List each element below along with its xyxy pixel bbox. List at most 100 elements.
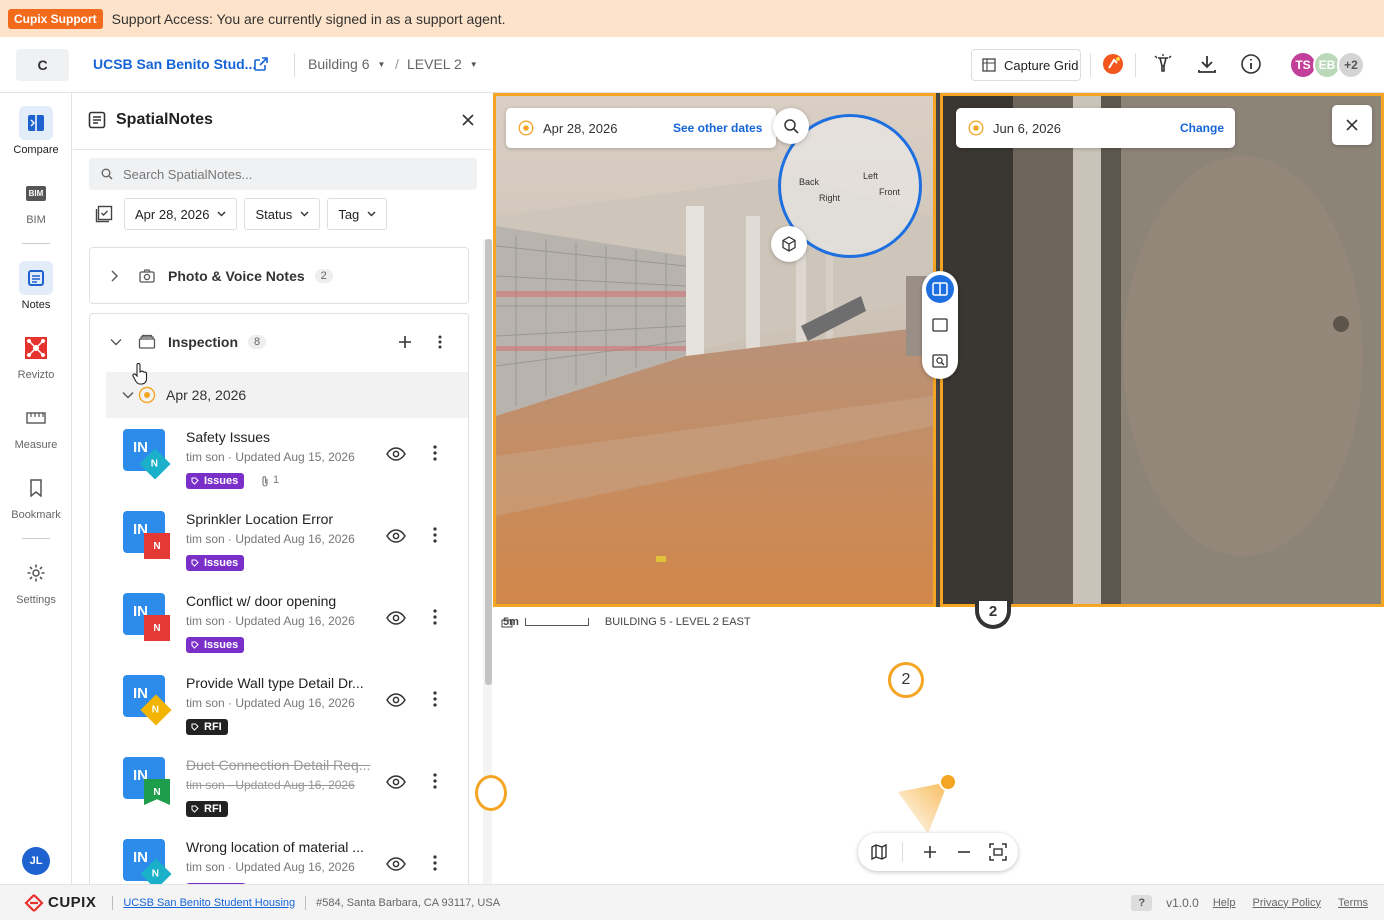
breadcrumb-level[interactable]: LEVEL 2 ▼ xyxy=(407,56,478,72)
note-meta: tim son · Updated Aug 15, 2026 xyxy=(186,450,355,464)
scrollbar-thumb[interactable] xyxy=(485,239,492,685)
note-meta: tim son · Updated Aug 16, 2026 xyxy=(186,860,355,874)
bim-icon: BIM xyxy=(19,176,53,210)
compare-icon xyxy=(19,106,53,140)
eye-icon[interactable] xyxy=(386,611,406,625)
overlay-view-button[interactable] xyxy=(926,347,954,375)
external-link-icon[interactable] xyxy=(253,56,269,72)
close-icon[interactable] xyxy=(461,113,475,127)
nav-notes[interactable]: Notes xyxy=(0,261,72,311)
more-vertical-icon[interactable] xyxy=(433,773,437,789)
zoom-out-icon[interactable] xyxy=(955,843,973,861)
capture-sun-icon xyxy=(518,120,534,136)
integration-icon[interactable] xyxy=(1102,53,1124,75)
group-count: 8 xyxy=(248,335,267,349)
eye-icon[interactable] xyxy=(386,775,406,789)
list-item[interactable]: IN N Wrong location of material ... tim … xyxy=(123,839,453,884)
inspection-folder-icon xyxy=(138,334,156,349)
zoom-search-button[interactable] xyxy=(773,108,809,144)
add-icon[interactable] xyxy=(398,335,412,349)
floor-plan-map[interactable]: 5m BUILDING 5 - LEVEL 2 EAST 2 2 xyxy=(475,601,1384,884)
select-all-checkbox-icon[interactable] xyxy=(95,205,113,223)
footer-project-link[interactable]: UCSB San Benito Student Housing xyxy=(123,897,295,909)
help-link[interactable]: Help xyxy=(1213,897,1236,909)
compare-date-chip: Jun 6, 2026 Change xyxy=(956,108,1235,148)
group-count: 2 xyxy=(314,269,333,283)
nav-compare[interactable]: Compare xyxy=(0,106,72,156)
split-view-button[interactable] xyxy=(926,275,954,303)
list-item[interactable]: IN N Sprinkler Location Error tim son · … xyxy=(123,511,453,593)
see-other-dates-link[interactable]: See other dates xyxy=(673,121,762,135)
single-view-button[interactable] xyxy=(926,311,954,339)
map-marker-partial[interactable] xyxy=(475,775,507,811)
project-name[interactable]: UCSB San Benito Stud... xyxy=(93,56,256,72)
tag-badge: Issues xyxy=(186,637,245,653)
more-vertical-icon[interactable] xyxy=(433,445,437,461)
map-marker[interactable]: 2 xyxy=(888,662,924,698)
search-input[interactable] xyxy=(123,166,453,182)
top-header: C UCSB San Benito Stud... Building 6 ▼ / … xyxy=(0,37,1384,93)
more-vertical-icon[interactable] xyxy=(433,691,437,707)
user-avatar[interactable]: JL xyxy=(22,847,50,875)
nav-revizto[interactable]: Revizto xyxy=(0,331,72,381)
help-badge[interactable]: ? xyxy=(1131,894,1153,911)
panel-divider xyxy=(73,149,492,150)
3d-view-button[interactable] xyxy=(771,226,807,262)
breadcrumb-separator: / xyxy=(395,56,399,72)
footer: CUPIX UCSB San Benito Student Housing #5… xyxy=(0,884,1384,920)
group-header: Photo & Voice Notes 2 xyxy=(110,268,333,284)
capture-grid-icon xyxy=(982,58,996,72)
panorama-right[interactable]: Jun 6, 2026 Change xyxy=(940,93,1384,607)
chevron-down-icon[interactable] xyxy=(110,338,122,346)
panorama-left[interactable]: Apr 28, 2026 See other dates Back Left R… xyxy=(493,93,936,607)
nav-bookmark[interactable]: Bookmark xyxy=(0,471,72,521)
list-item[interactable]: IN N Safety Issues tim son · Updated Aug… xyxy=(123,429,453,511)
company-logo[interactable]: C xyxy=(16,49,69,81)
header-divider xyxy=(1090,53,1091,77)
eye-icon[interactable] xyxy=(386,693,406,707)
breadcrumb-building[interactable]: Building 6 ▼ xyxy=(308,56,385,72)
date-filter[interactable]: Apr 28, 2026 xyxy=(124,198,238,230)
more-vertical-icon[interactable] xyxy=(438,335,442,349)
tag-badge: RFI xyxy=(186,719,228,735)
fit-view-icon[interactable] xyxy=(989,843,1007,861)
overlay-search-icon xyxy=(932,354,948,368)
group-photo-voice-notes[interactable]: Photo & Voice Notes 2 xyxy=(89,247,469,304)
close-compare-button[interactable] xyxy=(1332,105,1372,145)
map-marker[interactable]: 2 xyxy=(975,601,1011,629)
lightbulb-icon[interactable] xyxy=(1152,53,1174,75)
list-item[interactable]: IN N Provide Wall type Detail Dr... tim … xyxy=(123,675,453,757)
nav-settings[interactable]: Settings xyxy=(0,556,72,606)
capture-grid-button[interactable]: Capture Grid xyxy=(971,49,1081,81)
zoom-in-icon[interactable] xyxy=(921,843,939,861)
download-icon[interactable] xyxy=(1196,53,1218,75)
date-subgroup[interactable]: Apr 28, 2026 xyxy=(106,372,468,418)
note-status-badge: N xyxy=(144,779,170,805)
group-header[interactable]: Inspection 8 xyxy=(110,334,267,350)
nav-bim[interactable]: BIM BIM xyxy=(0,176,72,226)
map-icon[interactable] xyxy=(870,843,888,861)
eye-icon[interactable] xyxy=(386,529,406,543)
split-view-icon xyxy=(932,282,948,296)
status-filter[interactable]: Status xyxy=(244,198,321,230)
tag-filter[interactable]: Tag xyxy=(327,198,388,230)
more-vertical-icon[interactable] xyxy=(433,609,437,625)
chevron-down-icon[interactable] xyxy=(122,391,134,399)
nav-measure[interactable]: Measure xyxy=(0,401,72,451)
attachment-count: 1 xyxy=(273,474,280,486)
list-item[interactable]: IN N Duct Connection Detail Req... tim s… xyxy=(123,757,453,839)
eye-icon[interactable] xyxy=(386,447,406,461)
privacy-policy-link[interactable]: Privacy Policy xyxy=(1253,897,1321,909)
chevron-down-icon xyxy=(300,211,309,217)
info-icon[interactable] xyxy=(1240,53,1262,75)
more-vertical-icon[interactable] xyxy=(433,855,437,871)
eye-icon[interactable] xyxy=(386,857,406,871)
panel-title: SpatialNotes xyxy=(88,111,213,129)
more-vertical-icon[interactable] xyxy=(433,527,437,543)
list-item[interactable]: IN N Conflict w/ door opening tim son · … xyxy=(123,593,453,675)
change-date-link[interactable]: Change xyxy=(1180,121,1224,135)
avatar-overflow[interactable]: +2 xyxy=(1337,51,1365,79)
chevron-right-icon[interactable] xyxy=(110,270,118,282)
camera-position-indicator xyxy=(898,773,957,834)
terms-link[interactable]: Terms xyxy=(1338,897,1368,909)
